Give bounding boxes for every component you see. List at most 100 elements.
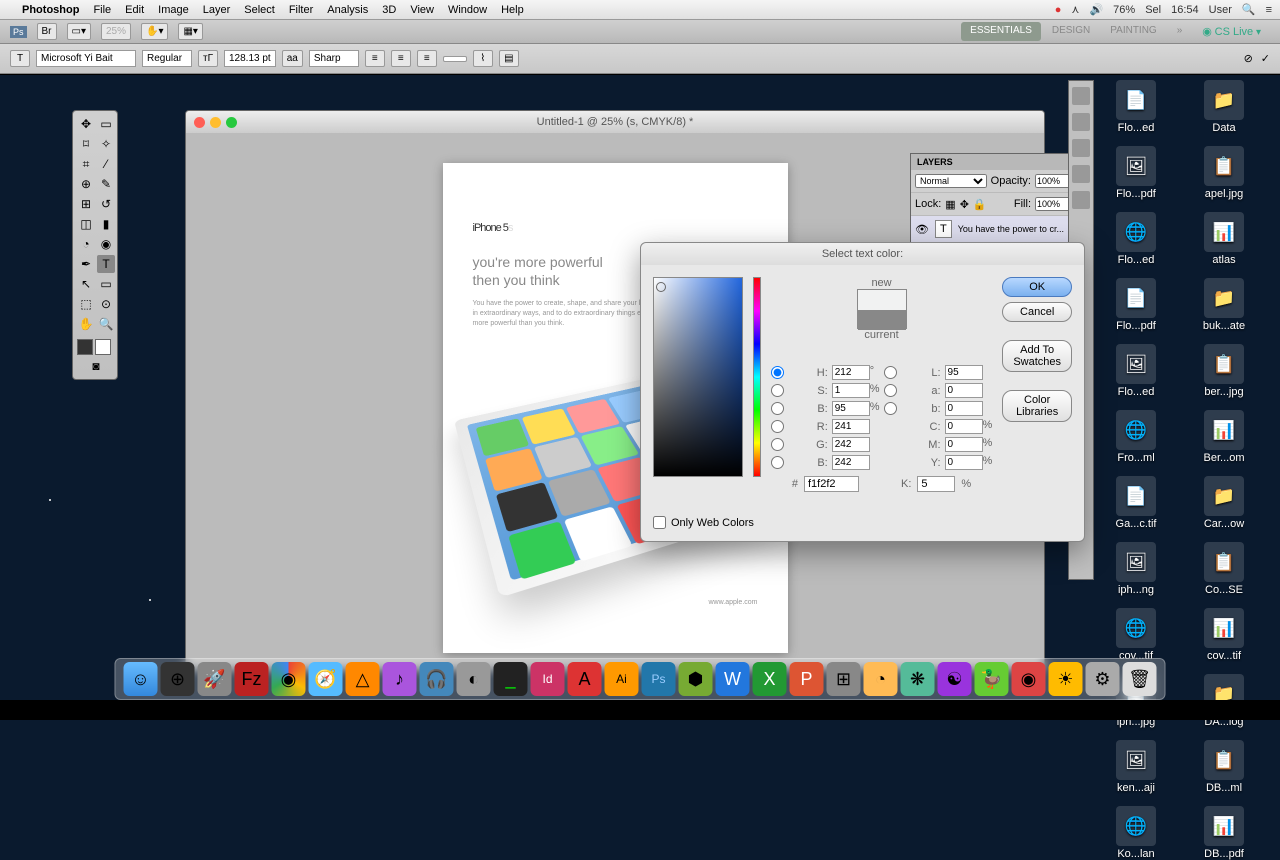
l-radio[interactable]: [884, 366, 897, 379]
panel-icon[interactable]: [1072, 139, 1090, 157]
r-field[interactable]: [832, 419, 870, 434]
fg-color-swatch[interactable]: [77, 339, 93, 355]
desktop-file[interactable]: 📋Co...SE: [1183, 542, 1265, 596]
bg-color-swatch[interactable]: [95, 339, 111, 355]
powerpoint-icon[interactable]: P: [790, 662, 824, 696]
app-icon[interactable]: ◔: [864, 662, 898, 696]
hand-icon[interactable]: ✋▾: [141, 23, 168, 40]
panel-icon[interactable]: [1072, 191, 1090, 209]
pen-tool[interactable]: ✒: [77, 255, 95, 273]
history-brush-tool[interactable]: ↺: [97, 195, 115, 213]
desktop-file[interactable]: 📋ber...jpg: [1183, 344, 1265, 398]
align-center-icon[interactable]: ≡: [391, 50, 411, 67]
cancel-button[interactable]: Cancel: [1002, 302, 1072, 322]
safari-icon[interactable]: 🧭: [309, 662, 343, 696]
commit-edit-icon[interactable]: ✓: [1261, 52, 1270, 65]
visibility-icon[interactable]: 👁: [915, 223, 929, 236]
align-right-icon[interactable]: ≡: [417, 50, 437, 67]
user-menu[interactable]: User: [1209, 4, 1232, 16]
app-icon[interactable]: ☯: [938, 662, 972, 696]
desktop-file[interactable]: 📁Car...ow: [1183, 476, 1265, 530]
web-colors-checkbox[interactable]: [653, 516, 666, 529]
k-field[interactable]: [917, 476, 955, 492]
word-icon[interactable]: W: [716, 662, 750, 696]
filezilla-icon[interactable]: Fz: [235, 662, 269, 696]
type-tool[interactable]: T: [97, 255, 115, 273]
menu-image[interactable]: Image: [158, 4, 189, 16]
quickmask-icon[interactable]: ◙: [77, 357, 115, 375]
zoom-tool[interactable]: 🔍: [97, 315, 115, 333]
dodge-tool[interactable]: ◉: [97, 235, 115, 253]
mb-icon[interactable]: ▭▾: [67, 23, 91, 40]
menu-edit[interactable]: Edit: [125, 4, 144, 16]
lock-position-icon[interactable]: ✥: [960, 198, 969, 211]
ok-button[interactable]: OK: [1002, 277, 1072, 297]
menu-window[interactable]: Window: [448, 4, 487, 16]
path-tool[interactable]: ↖: [77, 275, 95, 293]
document-titlebar[interactable]: Untitled-1 @ 25% (s, CMYK/8) *: [186, 111, 1044, 133]
desktop-file[interactable]: 🖼Flo...ed: [1095, 344, 1177, 398]
font-family-field[interactable]: Microsoft Yi Bait: [36, 50, 136, 67]
r-radio[interactable]: [771, 420, 784, 433]
c-field[interactable]: [945, 419, 983, 434]
desktop-file[interactable]: 📋apel.jpg: [1183, 146, 1265, 200]
marquee-tool[interactable]: ▭: [97, 115, 115, 133]
spotlight-icon[interactable]: 🔍: [1242, 3, 1256, 16]
camera-tool[interactable]: ⊙: [97, 295, 115, 313]
app-icon[interactable]: ⬢: [679, 662, 713, 696]
h-radio[interactable]: [771, 366, 784, 379]
shape-tool[interactable]: ▭: [97, 275, 115, 293]
desktop-file[interactable]: 📊Ber...om: [1183, 410, 1265, 464]
text-color-swatch[interactable]: [443, 56, 467, 62]
arrange-icon[interactable]: ▦▾: [178, 23, 202, 40]
app-icon[interactable]: ❋: [901, 662, 935, 696]
desktop-file[interactable]: 🖼ken...aji: [1095, 740, 1177, 794]
desktop-file[interactable]: 🌐Fro...ml: [1095, 410, 1177, 464]
brush-tool[interactable]: ✎: [97, 175, 115, 193]
stamp-tool[interactable]: ⊞: [77, 195, 95, 213]
menu-file[interactable]: File: [93, 4, 111, 16]
indesign-icon[interactable]: Id: [531, 662, 565, 696]
bb-field[interactable]: [832, 455, 870, 470]
menu-analysis[interactable]: Analysis: [327, 4, 368, 16]
h-field[interactable]: [832, 365, 870, 380]
vlc-icon[interactable]: △: [346, 662, 380, 696]
hue-slider[interactable]: [753, 277, 761, 477]
desktop-file[interactable]: 🖼Flo...pdf: [1095, 146, 1177, 200]
bv-field[interactable]: [832, 401, 870, 416]
font-size-field[interactable]: 128.13 pt: [224, 50, 276, 67]
desktop-file[interactable]: 📄Flo...pdf: [1095, 278, 1177, 332]
workspace-painting[interactable]: PAINTING: [1101, 22, 1165, 41]
g-radio[interactable]: [771, 438, 784, 451]
menu-3d[interactable]: 3D: [382, 4, 396, 16]
l-field[interactable]: [945, 365, 983, 380]
desktop-file[interactable]: 📄Ga...c.tif: [1095, 476, 1177, 530]
lock-pixels-icon[interactable]: ▦: [945, 198, 955, 211]
desktop-file[interactable]: 📊cov...tif: [1183, 608, 1265, 662]
lock-all-icon[interactable]: 🔒: [973, 198, 987, 211]
minimize-icon[interactable]: [210, 117, 221, 128]
tool-preset-icon[interactable]: T: [10, 50, 30, 67]
chrome-icon[interactable]: ◉: [272, 662, 306, 696]
layer-name[interactable]: You have the power to cr...: [958, 224, 1064, 234]
antialias-field[interactable]: Sharp: [309, 50, 359, 67]
color-field[interactable]: [653, 277, 743, 477]
app-icon[interactable]: ◉: [1012, 662, 1046, 696]
hex-field[interactable]: [804, 476, 859, 492]
lasso-tool[interactable]: ⌑: [77, 135, 95, 153]
wand-tool[interactable]: ✧: [97, 135, 115, 153]
a-radio[interactable]: [884, 384, 897, 397]
a-field[interactable]: [945, 383, 983, 398]
menu-layer[interactable]: Layer: [203, 4, 231, 16]
menu-extra-icon[interactable]: ≡: [1266, 4, 1272, 16]
zoom-window-icon[interactable]: [226, 117, 237, 128]
zoom-field[interactable]: 25%: [101, 23, 131, 40]
workspace-design[interactable]: DESIGN: [1043, 22, 1099, 41]
panel-icon[interactable]: [1072, 165, 1090, 183]
layer-row[interactable]: 👁 T You have the power to cr...: [911, 216, 1079, 242]
s-field[interactable]: [832, 383, 870, 398]
desktop-file[interactable]: 🌐Flo...ed: [1095, 212, 1177, 266]
menu-select[interactable]: Select: [244, 4, 275, 16]
blend-mode-select[interactable]: Normal: [915, 174, 987, 188]
3d-tool[interactable]: ⬚: [77, 295, 95, 313]
